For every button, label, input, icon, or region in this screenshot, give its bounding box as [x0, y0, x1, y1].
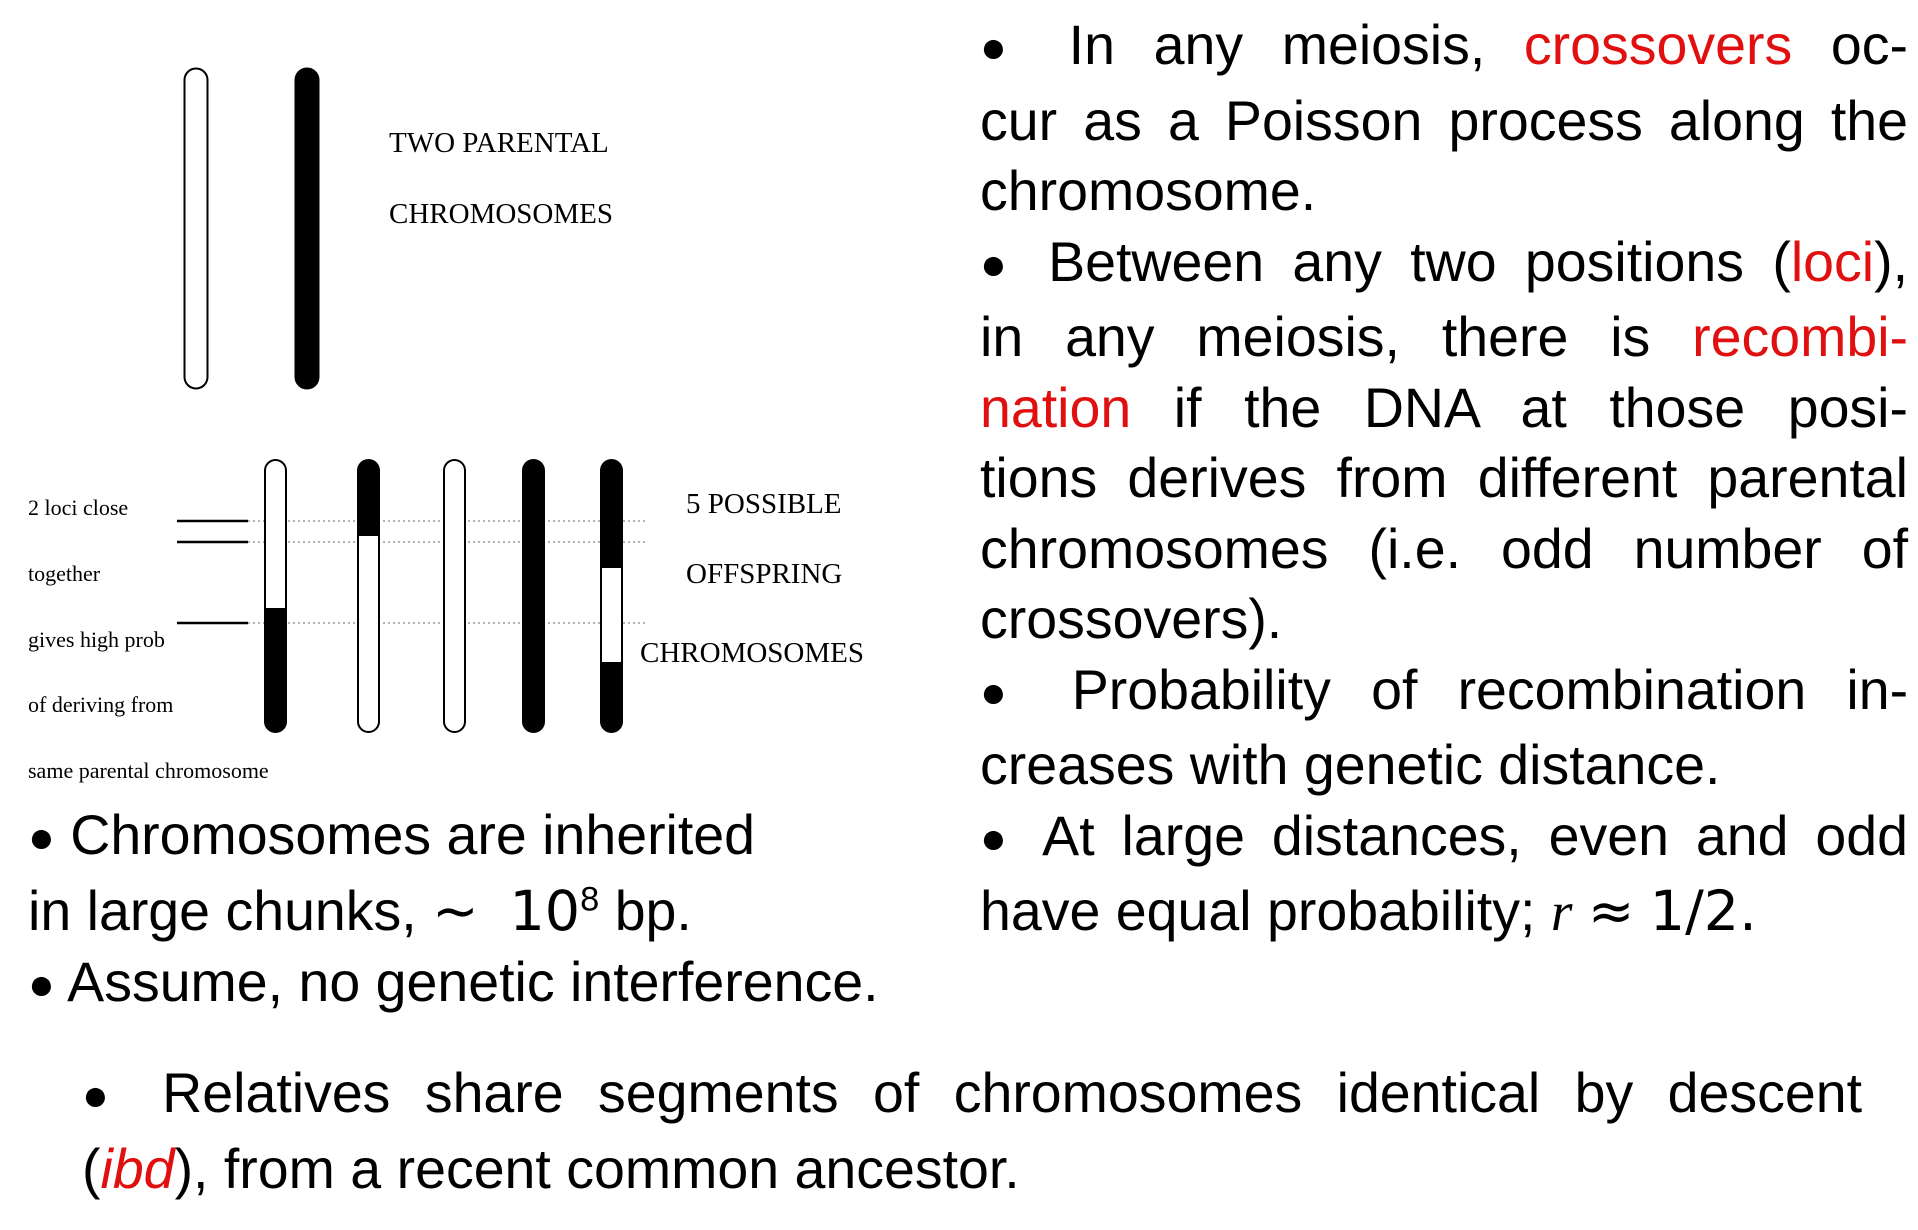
parental-chromosome-white — [183, 67, 209, 390]
loci-caption-line4: of deriving from — [28, 692, 174, 717]
bullet-icon: ● — [980, 239, 1020, 289]
left-bullet-1-line1: ● Chromosomes are inherited — [28, 804, 756, 866]
bullet-icon: ● — [980, 23, 1031, 72]
right-bullet-2-line6: crossovers). — [980, 588, 1283, 650]
right-bullet-3-line2: creases with genetic distance. — [980, 734, 1721, 796]
term-loci: loci — [1790, 230, 1875, 293]
term-recombination: recombi- — [1692, 306, 1909, 368]
offspring-chromosome-1 — [264, 459, 287, 733]
offspring-label-line3: CHROMOSOMES — [640, 637, 864, 669]
offspring-chromosome-2 — [357, 459, 380, 733]
parental-label-line1: TWO PARENTAL — [389, 127, 609, 159]
bullet-icon: ● — [28, 813, 55, 862]
bottom-bullet: ● Relatives share segments of chromosome… — [82, 1058, 1862, 1204]
right-bullet-list: ● In any meiosis, crossovers oc- cur as … — [980, 10, 1908, 949]
bullet-icon: ● — [980, 813, 1019, 863]
bullet-icon: ● — [980, 667, 1032, 717]
right-bullet-2-line3: nation if the DNA at those posi- — [980, 376, 1908, 439]
term-crossovers: crossovers — [1523, 14, 1793, 76]
loci-caption-line3: gives high prob — [28, 627, 165, 652]
right-bullet-2-line4: tions derives from different parental — [980, 447, 1908, 509]
bullet-icon: ● — [28, 960, 55, 1009]
loci-caption-line5: same parental chromosome — [28, 758, 269, 783]
parental-chromosome-black — [294, 67, 320, 390]
bullet-icon: ● — [82, 1071, 128, 1120]
offspring-label-line2: OFFSPRING — [686, 558, 843, 590]
right-bullet-3-line1: ● Probability of recombination in- — [980, 658, 1909, 721]
right-bullet-1-line1: ● In any meiosis, crossovers oc- — [980, 14, 1908, 76]
chromosome-diagram — [177, 67, 646, 733]
right-bullet-1-line3: chromosome. — [980, 160, 1317, 222]
right-bullet-2-line2: in any meiosis, there is recombi- — [980, 306, 1909, 368]
right-bullet-2-line1: ● Between any two positions (loci), — [980, 230, 1908, 293]
bottom-bullet-line2: (ibd), from a recent common ancestor. — [82, 1137, 1020, 1200]
offspring-label-line1: 5 POSSIBLE — [686, 488, 842, 520]
bottom-bullet-line1: ● Relatives share segments of chromosome… — [82, 1062, 1863, 1124]
offspring-chromosome-3 — [443, 459, 466, 733]
right-bullet-1-line2: cur as a Poisson process along the — [980, 89, 1908, 152]
right-bullet-4-line2: have equal probability; r ≈ 1/2. — [980, 879, 1757, 944]
left-bullet-1-line2: in large chunks, ∼ 108 bp. — [28, 878, 692, 944]
left-bullet-list: ● Chromosomes are inherited in large chu… — [28, 800, 968, 1023]
loci-caption-line2: together — [28, 561, 101, 586]
term-ibd: ibd — [100, 1137, 175, 1200]
right-bullet-4-line1: ● At large distances, even and odd — [980, 804, 1909, 867]
locus-markers — [177, 519, 248, 625]
right-bullet-2-line5: chromosomes (i.e. odd number of — [980, 517, 1909, 580]
left-bullet-2: ● Assume, no genetic interference. — [28, 951, 879, 1013]
parental-label-line2: CHROMOSOMES — [389, 198, 613, 230]
offspring-chromosome-4 — [522, 459, 545, 733]
offspring-chromosome-5 — [600, 459, 623, 733]
loci-caption-line1: 2 loci close — [28, 495, 129, 520]
